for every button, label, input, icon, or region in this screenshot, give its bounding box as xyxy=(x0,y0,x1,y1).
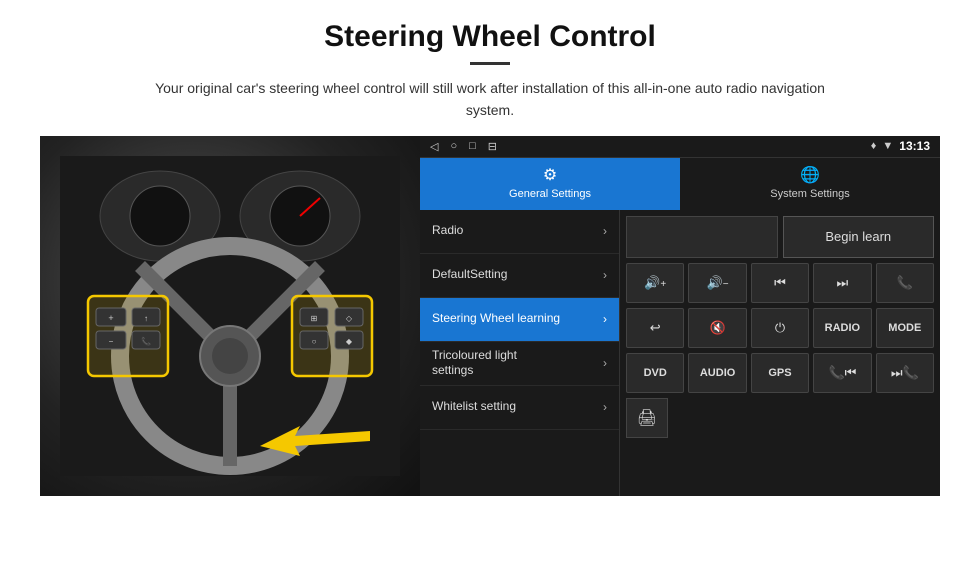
menu-item-tricoloured[interactable]: Tricoloured lightsettings › xyxy=(420,342,619,386)
tab-general-settings[interactable]: ⚙ General Settings xyxy=(420,158,680,210)
control-buttons-row1: 🔊+ 🔊− ⏮ ⏭ 📞 xyxy=(626,263,934,303)
dvd-button[interactable]: DVD xyxy=(626,353,684,393)
next-track-icon: ⏭ xyxy=(837,275,849,291)
menu-item-whitelist-label: Whitelist setting xyxy=(432,399,516,415)
svg-text:+: + xyxy=(108,313,113,323)
call-next-icon: ⏭📞 xyxy=(891,365,919,381)
begin-learn-button[interactable]: Begin learn xyxy=(783,216,935,258)
whitelist-row: 🖨 xyxy=(626,398,934,438)
location-icon: ♦ xyxy=(871,140,877,152)
menu-item-radio[interactable]: Radio › xyxy=(420,210,619,254)
page-subtitle: Your original car's steering wheel contr… xyxy=(140,77,840,122)
menu-item-steering-wheel[interactable]: Steering Wheel learning › xyxy=(420,298,619,342)
svg-text:◇: ◇ xyxy=(346,314,353,323)
vol-up-button[interactable]: 🔊+ xyxy=(626,263,684,303)
radio-label: RADIO xyxy=(825,322,860,334)
chevron-right-icon: › xyxy=(603,224,607,238)
svg-text:−: − xyxy=(109,337,114,346)
tab-system-label: System Settings xyxy=(770,188,849,200)
control-buttons-row3: DVD AUDIO GPS 📞⏮ ⏭📞 xyxy=(626,353,934,393)
audio-label: AUDIO xyxy=(700,367,735,379)
call-next-button[interactable]: ⏭📞 xyxy=(876,353,934,393)
tab-bar: ⚙ General Settings 🌐 System Settings xyxy=(420,158,940,210)
nav-icons: ◁ ○ □ ⊟ xyxy=(430,140,497,153)
recents-icon[interactable]: □ xyxy=(469,140,476,152)
button-panel: Begin learn 🔊+ 🔊− ⏮ xyxy=(620,210,940,496)
vol-down-icon: 🔊− xyxy=(707,275,729,291)
car-image-section: + − ↑ 📞 ⊞ ○ xyxy=(40,136,420,496)
call-button[interactable]: 📞 xyxy=(876,263,934,303)
page-title: Steering Wheel Control xyxy=(40,20,940,54)
status-bar: ◁ ○ □ ⊟ ♦ ▼ 13:13 xyxy=(420,136,940,158)
menu-icon[interactable]: ⊟ xyxy=(488,140,497,153)
whitelist-icon: 🖨 xyxy=(637,408,657,428)
title-section: Steering Wheel Control Your original car… xyxy=(40,20,940,122)
steering-wheel-svg: + − ↑ 📞 ⊞ ○ xyxy=(60,156,400,476)
vol-down-button[interactable]: 🔊− xyxy=(688,263,746,303)
svg-text:↑: ↑ xyxy=(144,314,148,323)
svg-text:📞: 📞 xyxy=(141,336,151,346)
mode-button[interactable]: MODE xyxy=(876,308,934,348)
content-row: + − ↑ 📞 ⊞ ○ xyxy=(40,136,940,496)
gps-button[interactable]: GPS xyxy=(751,353,809,393)
title-divider xyxy=(470,62,510,65)
tab-general-label: General Settings xyxy=(509,188,591,200)
whitelist-icon-button[interactable]: 🖨 xyxy=(626,398,668,438)
call-prev-icon: 📞⏮ xyxy=(828,365,856,381)
audio-button[interactable]: AUDIO xyxy=(688,353,746,393)
call-icon: 📞 xyxy=(897,275,913,291)
globe-icon: 🌐 xyxy=(800,165,820,185)
car-background: + − ↑ 📞 ⊞ ○ xyxy=(40,136,420,496)
gear-icon: ⚙ xyxy=(543,165,557,185)
chevron-right-icon: › xyxy=(603,312,607,326)
main-content: Radio › DefaultSetting › Steering Wheel … xyxy=(420,210,940,496)
prev-track-icon: ⏮ xyxy=(774,275,786,291)
gps-label: GPS xyxy=(768,367,791,379)
svg-text:◆: ◆ xyxy=(346,337,353,346)
chevron-right-icon: › xyxy=(603,400,607,414)
hook-button[interactable]: ↩ xyxy=(626,308,684,348)
power-icon: ⏻ xyxy=(775,320,785,336)
dvd-label: DVD xyxy=(644,367,667,379)
back-icon[interactable]: ◁ xyxy=(430,140,438,153)
mode-label: MODE xyxy=(888,322,921,334)
svg-text:⊞: ⊞ xyxy=(311,314,318,323)
control-buttons-row2: ↩ 🔇 ⏻ RADIO MODE xyxy=(626,308,934,348)
page-container: Steering Wheel Control Your original car… xyxy=(0,0,980,506)
signal-icon: ▼ xyxy=(882,140,893,152)
steering-wheel-area: + − ↑ 📞 ⊞ ○ xyxy=(60,156,400,476)
svg-text:○: ○ xyxy=(312,337,317,346)
menu-item-tricoloured-label: Tricoloured lightsettings xyxy=(432,348,517,379)
menu-item-default-setting[interactable]: DefaultSetting › xyxy=(420,254,619,298)
radio-row: Begin learn xyxy=(626,216,934,258)
empty-assignment-box xyxy=(626,216,778,258)
menu-item-steering-label: Steering Wheel learning xyxy=(432,311,560,327)
hook-icon: ↩ xyxy=(650,320,661,336)
chevron-right-icon: › xyxy=(603,268,607,282)
mute-icon: 🔇 xyxy=(710,320,726,336)
menu-list: Radio › DefaultSetting › Steering Wheel … xyxy=(420,210,620,496)
radio-button[interactable]: RADIO xyxy=(813,308,871,348)
android-ui: ◁ ○ □ ⊟ ♦ ▼ 13:13 ⚙ General Settings xyxy=(420,136,940,496)
vol-up-icon: 🔊+ xyxy=(644,275,666,291)
mute-button[interactable]: 🔇 xyxy=(688,308,746,348)
power-button[interactable]: ⏻ xyxy=(751,308,809,348)
tab-system-settings[interactable]: 🌐 System Settings xyxy=(680,158,940,210)
next-track-button[interactable]: ⏭ xyxy=(813,263,871,303)
menu-item-default-label: DefaultSetting xyxy=(432,267,507,283)
home-icon[interactable]: ○ xyxy=(450,140,457,152)
time-display: 13:13 xyxy=(899,139,930,153)
call-prev-button[interactable]: 📞⏮ xyxy=(813,353,871,393)
prev-track-button[interactable]: ⏮ xyxy=(751,263,809,303)
status-icons-right: ♦ ▼ 13:13 xyxy=(871,139,930,153)
menu-item-whitelist[interactable]: Whitelist setting › xyxy=(420,386,619,430)
chevron-right-icon: › xyxy=(603,356,607,370)
menu-item-radio-label: Radio xyxy=(432,223,463,239)
